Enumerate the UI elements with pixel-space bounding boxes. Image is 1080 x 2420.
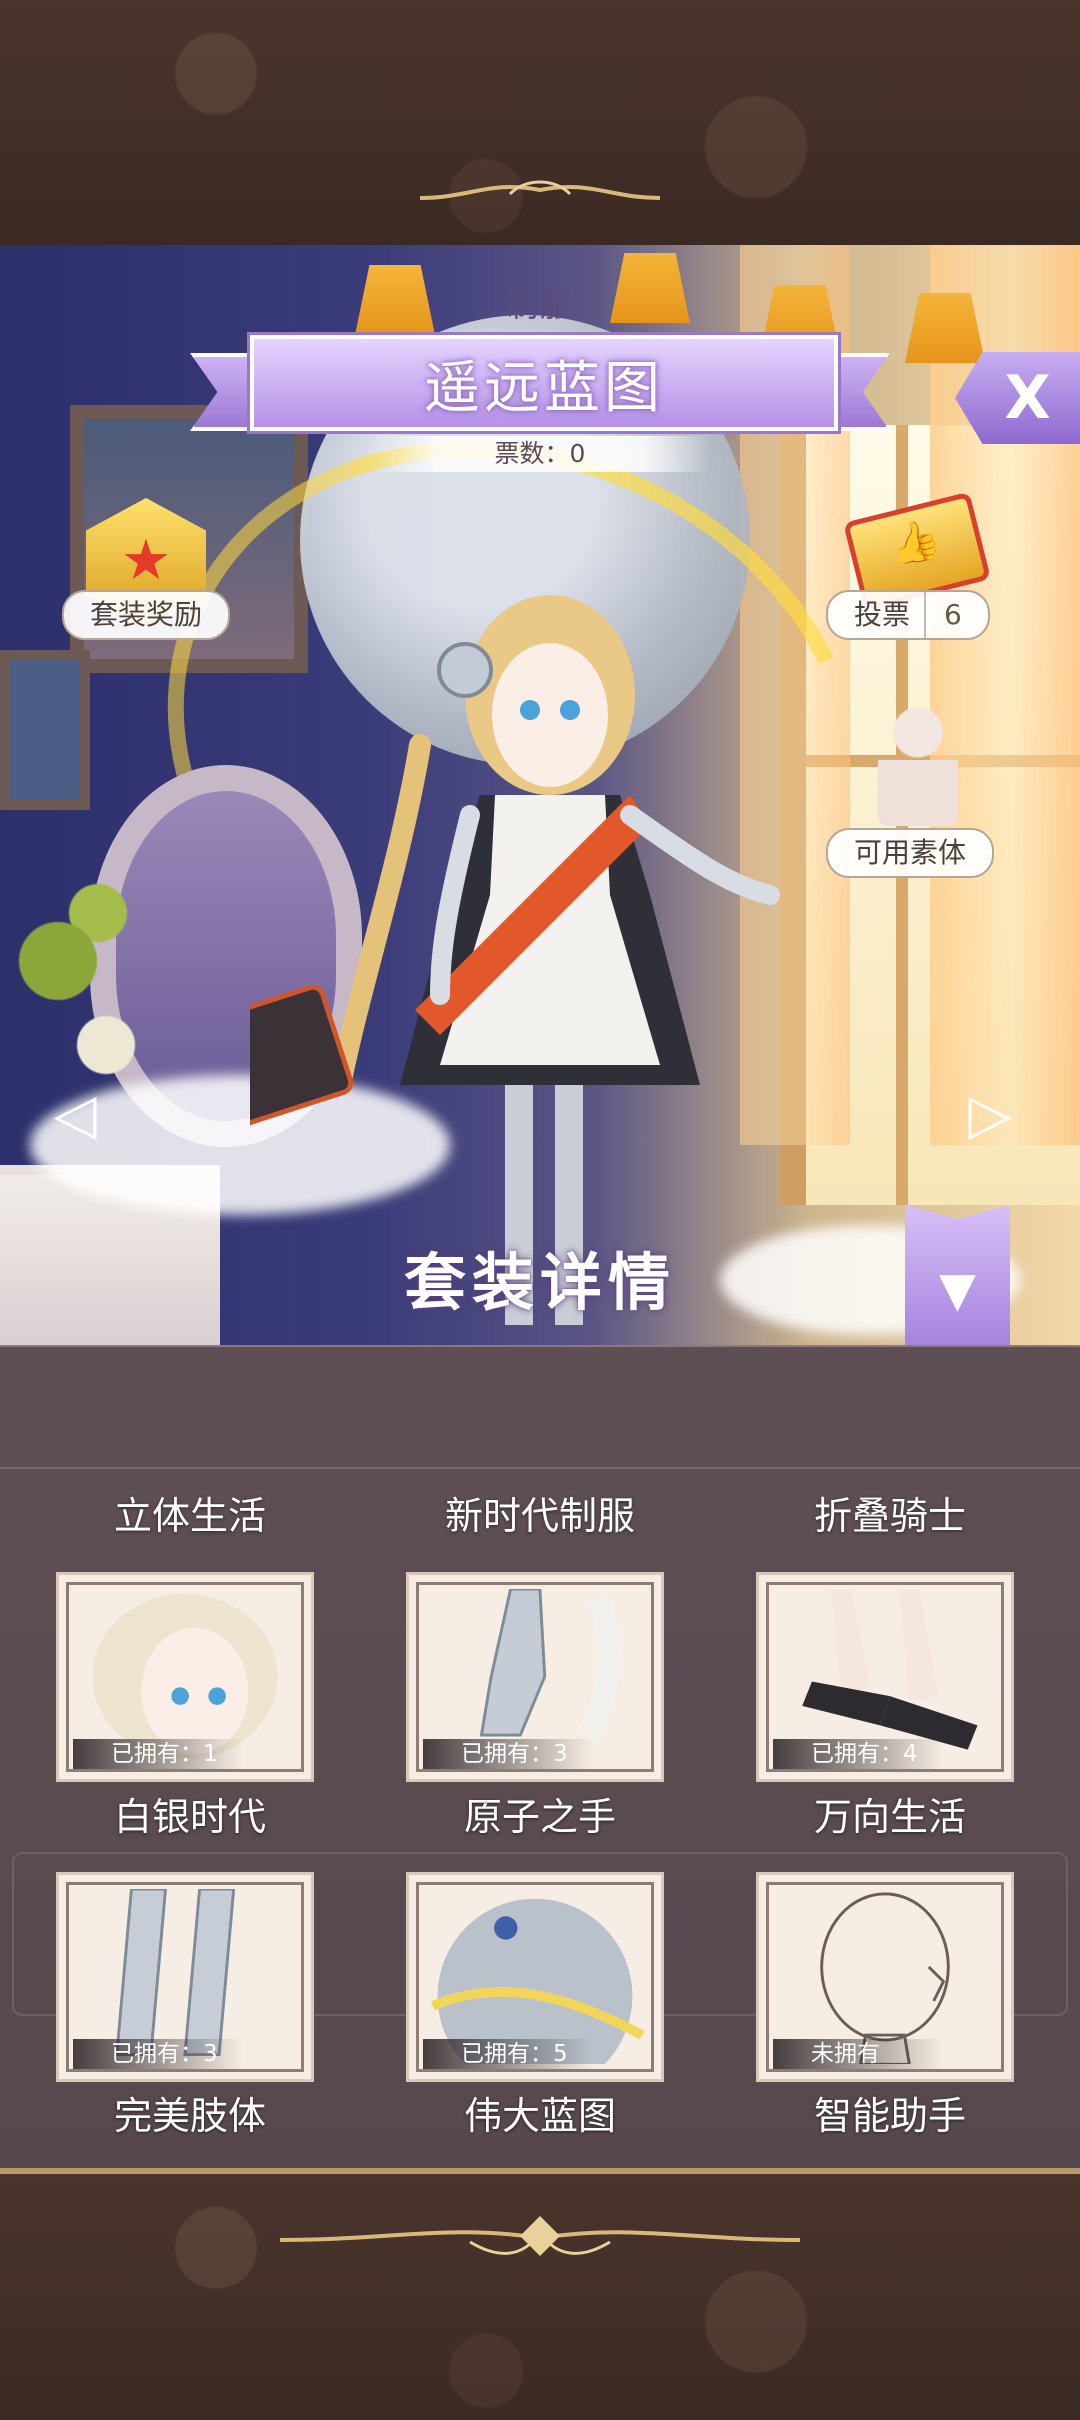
column-header: 折叠骑士 bbox=[813, 1494, 966, 1538]
set-name-banner: 遥远蓝图 bbox=[190, 335, 890, 435]
base-body-button[interactable]: 可用素体 bbox=[826, 828, 995, 878]
thumbs-up-icon: 👍 bbox=[885, 514, 945, 572]
divider bbox=[0, 1467, 1080, 1469]
vote-count-text: 票数：0 bbox=[370, 436, 710, 472]
mannequin-icon[interactable] bbox=[878, 706, 958, 826]
item-name: 原子之手 bbox=[463, 1795, 616, 1839]
flourish-ornament-icon bbox=[419, 180, 661, 200]
item-card[interactable]: 已拥有：3 bbox=[406, 1572, 664, 1782]
planet-background-icon bbox=[430, 1898, 645, 2065]
set-reward-button[interactable]: 套装奖励 bbox=[62, 590, 231, 640]
owned-count: 已拥有：4 bbox=[773, 1739, 943, 1769]
mechanical-glove-icon bbox=[479, 1589, 621, 1741]
head-accessory-icon bbox=[820, 1892, 950, 2065]
shoes-icon bbox=[802, 1589, 978, 1750]
top-frame bbox=[0, 0, 1080, 251]
mechanical-legs-icon bbox=[115, 1889, 236, 2057]
category-label: 制服 bbox=[505, 286, 574, 324]
bottom-frame bbox=[0, 2168, 1080, 2420]
column-header: 立体生活 bbox=[113, 1494, 266, 1538]
item-card[interactable]: 已拥有：4 bbox=[756, 1572, 1014, 1782]
item-card[interactable]: 已拥有：1 bbox=[56, 1572, 314, 1782]
next-arrow-icon[interactable]: ▷ bbox=[955, 1085, 1025, 1145]
vote-button[interactable]: 投票 6 bbox=[826, 590, 990, 640]
vote-remaining-count: 6 bbox=[924, 592, 962, 638]
hair-icon bbox=[92, 1593, 278, 1760]
column-header: 新时代制服 bbox=[444, 1494, 635, 1538]
character-model bbox=[250, 595, 780, 1325]
vote-label: 投票 bbox=[854, 598, 911, 631]
flower-vase bbox=[10, 865, 170, 1105]
collapse-button[interactable]: ▼ bbox=[905, 1205, 1010, 1345]
item-card[interactable]: 已拥有：5 bbox=[406, 1872, 664, 2082]
owned-count: 已拥有：3 bbox=[73, 2039, 243, 2069]
owned-count: 已拥有：1 bbox=[73, 1739, 243, 1769]
set-reward-label: 套装奖励 bbox=[90, 598, 203, 631]
base-body-label: 可用素体 bbox=[854, 836, 967, 869]
close-icon: X bbox=[1004, 363, 1051, 433]
owned-count: 已拥有：5 bbox=[423, 2039, 593, 2069]
flourish-ornament-icon bbox=[279, 2216, 801, 2256]
chevron-down-icon: ▼ bbox=[939, 1262, 976, 1318]
owned-count: 未拥有 bbox=[773, 2039, 943, 2069]
item-name: 完美肢体 bbox=[113, 2094, 266, 2138]
set-name-title: 遥远蓝图 bbox=[250, 335, 838, 431]
prev-arrow-icon[interactable]: ◁ bbox=[40, 1085, 110, 1145]
star-icon: ★ bbox=[120, 528, 172, 593]
item-card[interactable]: 未拥有 bbox=[756, 1872, 1014, 2082]
item-name: 伟大蓝图 bbox=[463, 2094, 616, 2138]
item-card[interactable]: 已拥有：3 bbox=[56, 1872, 314, 2082]
item-name: 白银时代 bbox=[113, 1795, 266, 1839]
owned-count: 已拥有：3 bbox=[423, 1739, 593, 1769]
wall-painting-small bbox=[0, 650, 90, 810]
item-name: 智能助手 bbox=[813, 2094, 966, 2138]
item-name: 万向生活 bbox=[813, 1795, 966, 1839]
